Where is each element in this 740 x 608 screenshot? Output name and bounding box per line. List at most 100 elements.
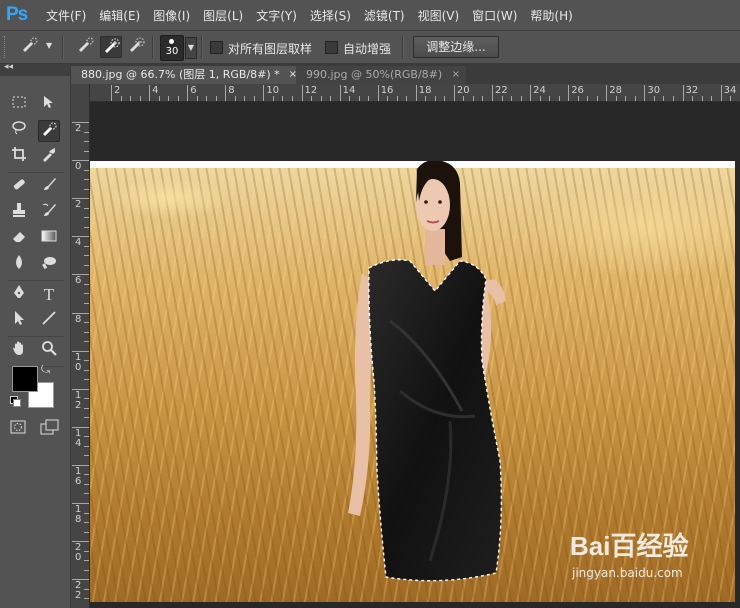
ruler-label: 10 (75, 351, 82, 373)
gradient-tool[interactable] (38, 228, 60, 250)
menu-bar: Ps 文件(F) 编辑(E) 图像(I) 图层(L) 文字(Y) 选择(S) 滤… (0, 0, 740, 31)
tools-panel-header[interactable]: ◂◂ (0, 62, 70, 76)
menu-edit[interactable]: 编辑(E) (99, 7, 140, 24)
menu-layer[interactable]: 图层(L) (203, 7, 243, 24)
menu-file[interactable]: 文件(F) (46, 7, 86, 24)
ruler-major-tick (720, 85, 722, 101)
document-canvas[interactable]: Bai百经验 jingyan.baidu.com (90, 161, 735, 602)
ruler-minor-tick (730, 96, 732, 101)
brush-icon (44, 178, 56, 190)
refine-edge-button[interactable]: 调整边缘... (413, 36, 499, 58)
clone-stamp-tool[interactable] (8, 202, 30, 224)
move-tool[interactable] (38, 94, 60, 116)
menu-select[interactable]: 选择(S) (310, 7, 351, 24)
ruler-minor-tick (84, 226, 89, 228)
ruler-label: 8 (228, 85, 235, 96)
menu-filter[interactable]: 滤镜(T) (364, 7, 405, 24)
path-selection-tool[interactable] (8, 310, 30, 332)
marquee-tool[interactable] (8, 94, 30, 116)
ruler-minor-tick (711, 96, 713, 101)
gradient-icon (41, 230, 57, 242)
ruler-minor-tick (406, 96, 408, 101)
type-icon: T (43, 285, 55, 304)
quick-mask-button[interactable] (10, 419, 26, 438)
hand-tool[interactable] (8, 340, 30, 362)
tab-880-jpg[interactable]: 880.jpg @ 66.7% (图层 1, RGB/8#) * × (71, 66, 303, 84)
ruler-minor-tick (615, 96, 617, 101)
ruler-minor-tick (84, 264, 89, 266)
ruler-label: 14 (75, 427, 82, 449)
eyedropper-tool[interactable] (38, 146, 60, 168)
sample-all-layers-checkbox[interactable] (210, 41, 223, 54)
ruler-minor-tick (549, 96, 551, 101)
menu-view[interactable]: 视图(V) (418, 7, 460, 24)
add-to-selection-button[interactable] (100, 36, 122, 58)
close-icon[interactable]: × (452, 66, 460, 84)
path-selection-icon (15, 311, 24, 325)
tool-preset-picker[interactable] (18, 36, 40, 58)
default-colors-icon[interactable] (10, 396, 21, 407)
line-tool[interactable] (38, 310, 60, 332)
ruler-minor-tick (84, 331, 89, 333)
brush-tool[interactable] (38, 176, 60, 198)
screen-mode-button[interactable] (40, 419, 60, 439)
ruler-label: 28 (609, 85, 623, 96)
ruler-label: 24 (533, 85, 546, 96)
grip-handle[interactable] (4, 36, 8, 58)
ruler-minor-tick (396, 96, 398, 101)
menu-help[interactable]: 帮助(H) (530, 7, 572, 24)
line-icon (42, 311, 56, 325)
ruler-minor-tick (653, 96, 655, 101)
ruler-major-tick (149, 85, 151, 101)
new-selection-icon (79, 37, 94, 52)
brush-size-picker[interactable]: 30 (160, 35, 184, 61)
ruler-label: 16 (75, 465, 82, 487)
menu-type[interactable]: 文字(Y) (256, 7, 297, 24)
dodge-tool[interactable] (38, 254, 60, 276)
history-brush-icon (42, 203, 56, 216)
collapse-arrows-icon[interactable]: ◂◂ (4, 62, 13, 72)
quick-selection-tool[interactable] (38, 120, 60, 142)
ruler-minor-tick (291, 96, 293, 101)
ruler-minor-tick (358, 96, 360, 101)
ruler-major-tick (377, 85, 379, 101)
ruler-minor-tick (330, 96, 332, 101)
ruler-label: 22 (495, 85, 508, 96)
crop-tool[interactable] (8, 146, 30, 168)
ruler-minor-tick (84, 588, 89, 590)
ruler-minor-tick (196, 96, 198, 101)
brush-size-value: 30 (165, 46, 179, 57)
pen-icon (14, 285, 24, 298)
ruler-minor-tick (253, 96, 255, 101)
new-selection-button[interactable] (74, 36, 96, 58)
menu-window[interactable]: 窗口(W) (472, 7, 517, 24)
horizontal-ruler[interactable]: 2 4 6 8 10 12 14 16 18 20 22 24 26 28 30 32 34 (89, 84, 740, 102)
lasso-tool[interactable] (8, 120, 30, 142)
eraser-tool[interactable] (8, 228, 30, 250)
brush-dropdown-button[interactable]: ▼ (185, 37, 197, 59)
type-tool[interactable]: T (38, 284, 60, 306)
ruler-minor-tick (84, 512, 89, 514)
ruler-minor-tick (84, 131, 89, 133)
quick-selection-icon (43, 122, 57, 136)
subtract-from-selection-button[interactable] (125, 36, 147, 58)
history-brush-tool[interactable] (38, 202, 60, 224)
ruler-label: 18 (418, 85, 432, 96)
ruler-minor-tick (84, 455, 89, 457)
add-to-selection-icon (105, 38, 120, 53)
pen-tool[interactable] (8, 284, 30, 306)
vertical-ruler[interactable]: 20246810121416182022 (71, 84, 90, 608)
blur-tool[interactable] (8, 254, 30, 276)
zoom-tool[interactable] (38, 340, 60, 362)
healing-brush-tool[interactable] (8, 176, 30, 198)
ruler-minor-tick (234, 96, 236, 101)
foreground-color-swatch[interactable] (12, 366, 38, 392)
watermark-logo: Bai百经验 (570, 531, 689, 561)
auto-enhance-checkbox[interactable] (325, 41, 338, 54)
swap-colors-icon[interactable]: ⤿ (41, 363, 50, 377)
tab-990-jpg[interactable]: 990.jpg @ 50%(RGB/8#) × (296, 66, 466, 84)
ruler-label: 26 (571, 85, 584, 96)
menu-image[interactable]: 图像(I) (153, 7, 190, 24)
ruler-minor-tick (84, 483, 89, 485)
chevron-down-icon[interactable]: ▼ (46, 41, 52, 50)
